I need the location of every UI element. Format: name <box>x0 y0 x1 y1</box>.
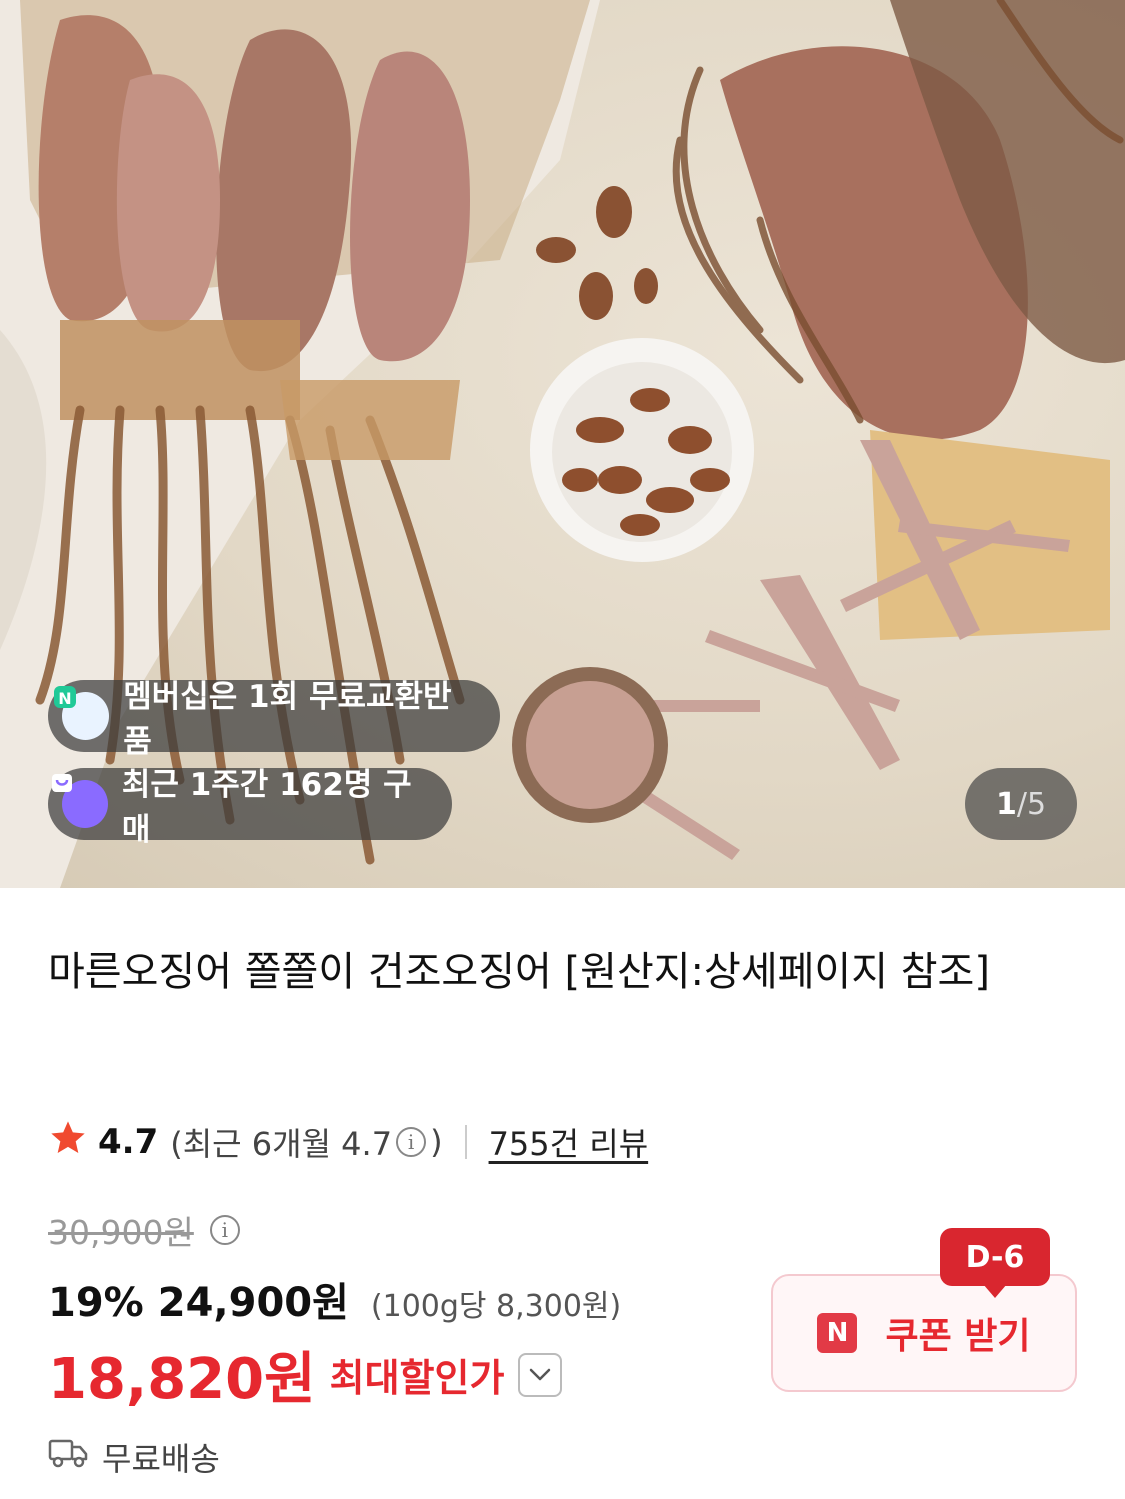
discount-percent: 19% <box>48 1280 144 1326</box>
image-page-counter: 1 / 5 <box>965 768 1077 840</box>
max-discount-label: 최대할인가 <box>329 1356 505 1400</box>
unit-price: (100g당 8,300원) <box>370 1289 622 1324</box>
membership-badge: N 멤버십은 1회 무료교환반품 <box>48 679 500 760</box>
truck-icon <box>48 1437 88 1477</box>
sale-price: 24,900원 <box>157 1280 349 1326</box>
product-image[interactable]: N 멤버십은 1회 무료교환반품 최근 1주간 162명 구매 1 / 5 <box>0 0 1125 888</box>
info-icon[interactable]: i <box>396 1127 427 1157</box>
divider <box>464 1125 467 1159</box>
max-discount-row[interactable]: 18,820원 최대할인가 <box>48 1334 563 1415</box>
rating-recent: (최근 6개월 4.7 i ) <box>170 1119 442 1165</box>
rating-row: 4.7 (최근 6개월 4.7 i ) 755건 리뷰 <box>48 1116 648 1168</box>
recent-purchase-text: 최근 1주간 162명 구매 <box>121 767 412 848</box>
star-icon <box>48 1118 88 1166</box>
product-title: 마른오징어 쫄쫄이 건조오징어 [원산지:상세페이지 참조] <box>48 949 990 995</box>
counter-total: 5 <box>1026 786 1047 822</box>
chevron-down-icon[interactable] <box>518 1352 563 1397</box>
counter-current: 1 <box>995 786 1017 822</box>
original-price-row: 30,900원 i <box>48 1206 244 1254</box>
svg-text:N: N <box>58 689 71 708</box>
review-count-link[interactable]: 755건 리뷰 <box>489 1119 649 1165</box>
rating-score: 4.7 <box>98 1122 159 1162</box>
membership-text: 멤버십은 1회 무료교환반품 <box>123 679 452 760</box>
price-info-icon[interactable]: i <box>209 1215 240 1245</box>
counter-separator: / <box>1016 786 1027 822</box>
shipping-label: 무료배송 <box>102 1440 220 1478</box>
naver-coupon-icon: N <box>817 1313 858 1353</box>
shopping-bag-icon <box>52 774 108 828</box>
original-price: 30,900원 <box>48 1213 194 1252</box>
shipping-row: 무료배송 <box>48 1434 220 1480</box>
sale-price-row: 19% 24,900원 (100g당 8,300원) <box>48 1270 621 1328</box>
coupon-label: 쿠폰 받기 <box>885 1316 1031 1357</box>
membership-icon: N <box>54 686 110 740</box>
max-discount-price: 18,820원 <box>48 1347 316 1412</box>
rating-recent-close: ) <box>430 1123 443 1161</box>
rating-recent-text: (최근 6개월 4.7 <box>170 1125 393 1163</box>
dday-badge: D-6 <box>940 1228 1050 1298</box>
coupon-button[interactable]: N 쿠폰 받기 <box>771 1274 1077 1392</box>
recent-purchase-badge: 최근 1주간 162명 구매 <box>48 767 452 848</box>
